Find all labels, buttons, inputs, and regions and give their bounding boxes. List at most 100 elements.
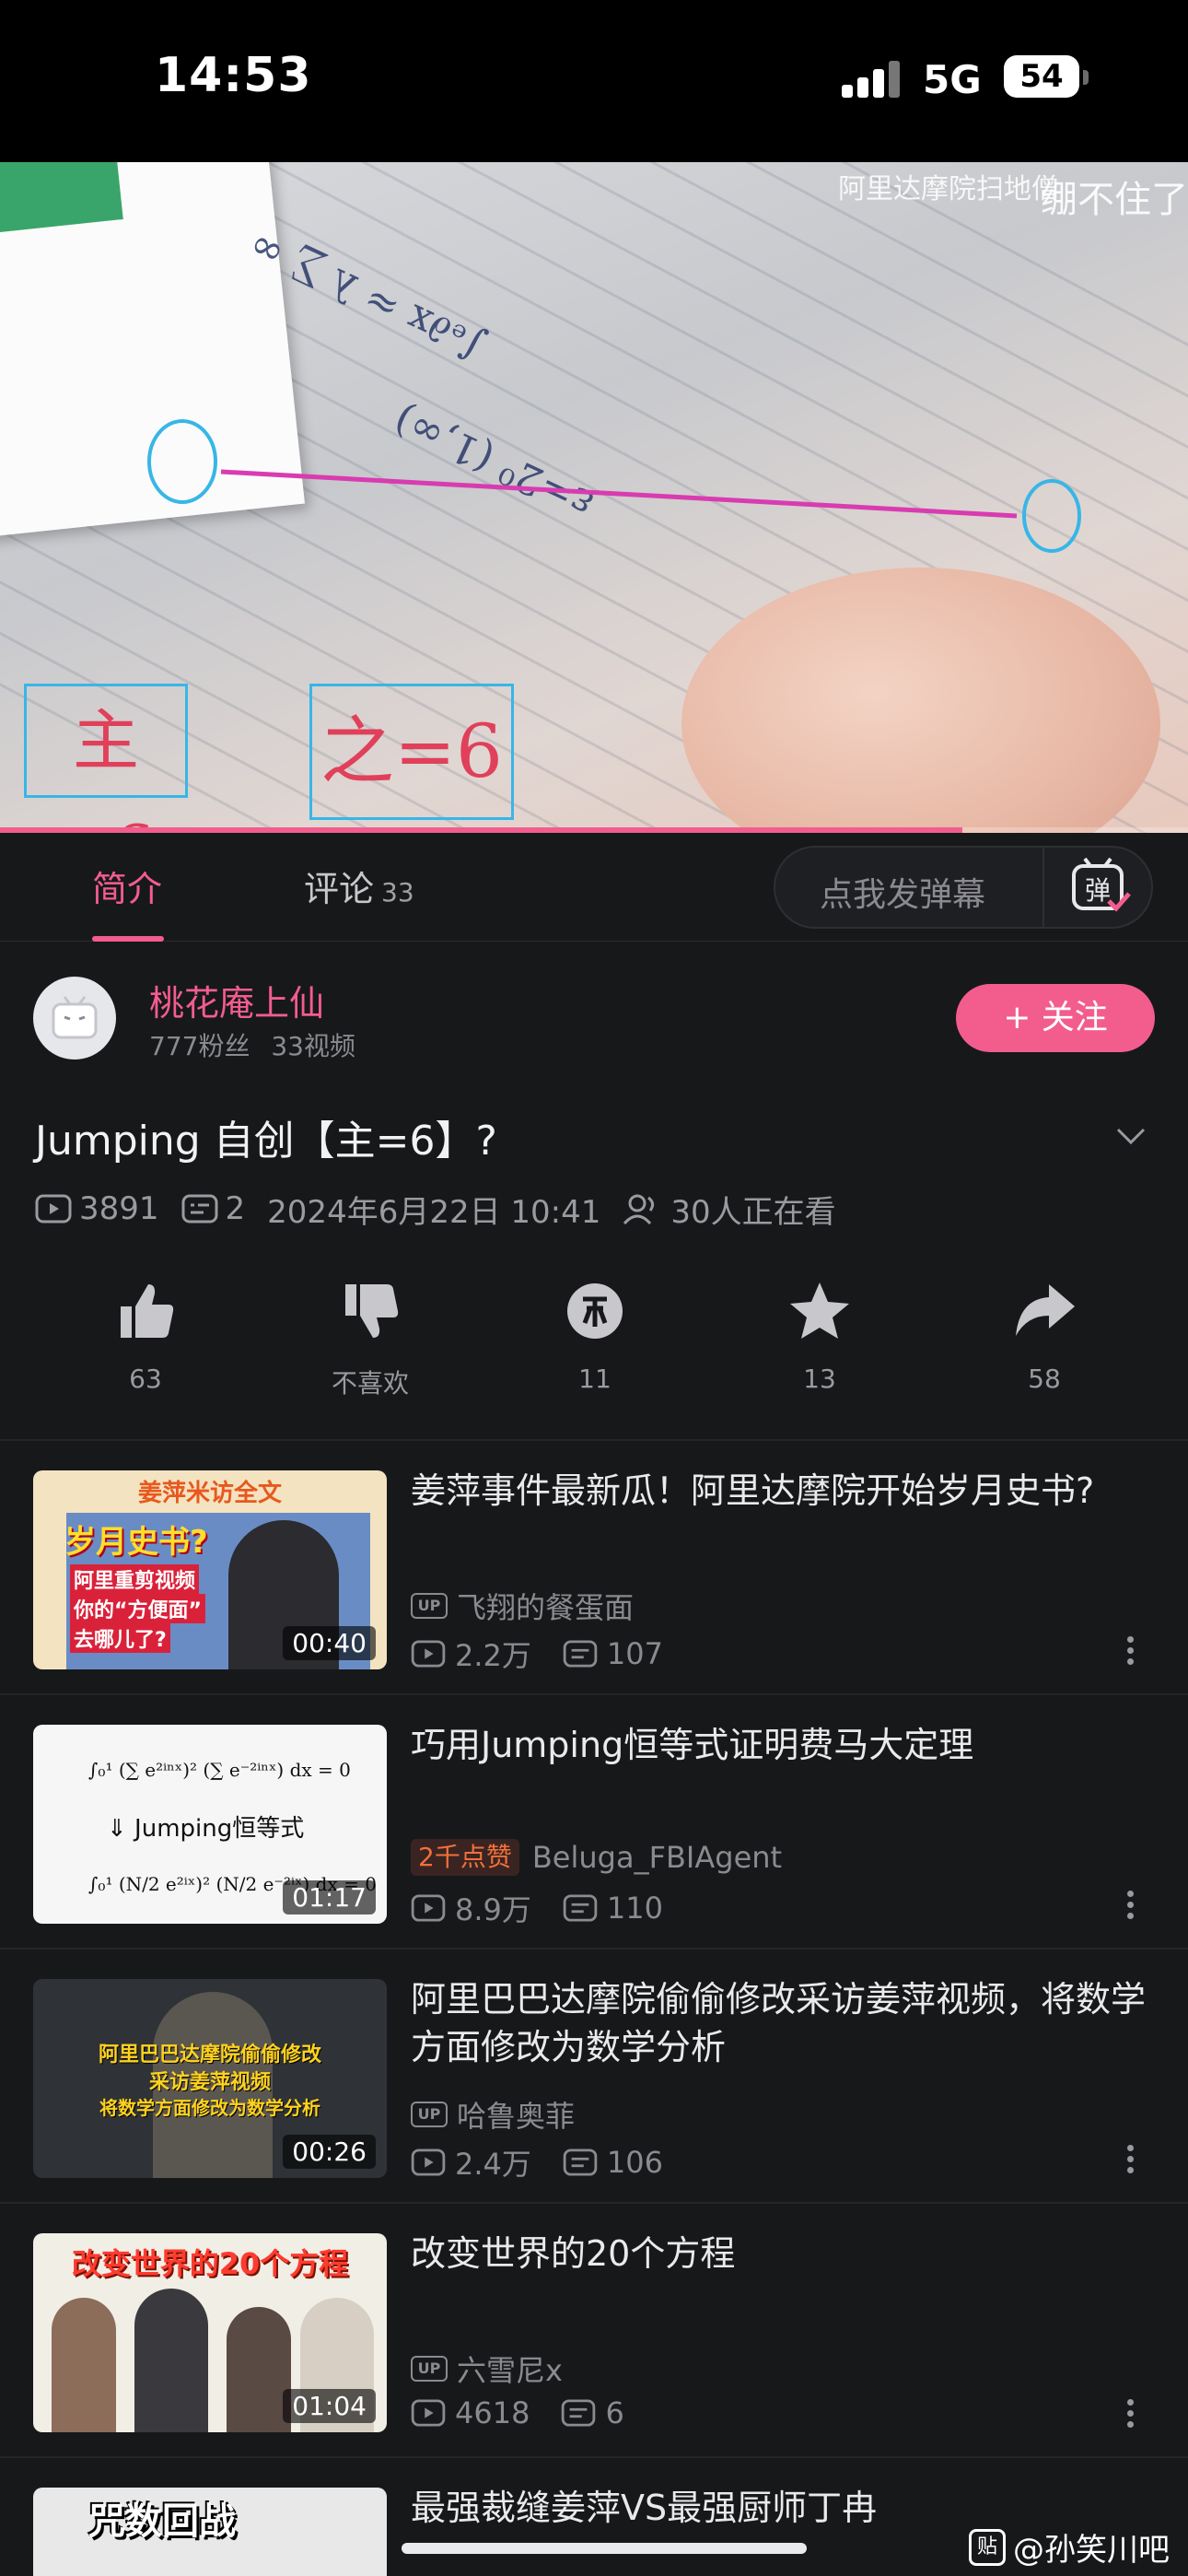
thumbnail-text: 阿里巴巴达摩院偷偷修改 <box>98 2043 321 2067</box>
signal-icon <box>842 61 901 98</box>
share-count: 58 <box>1028 1364 1061 1394</box>
video-player[interactable]: ∫ₑ∂x ≈ λ ∑ ∞ ε=2⁰ (1,∞) 主=6 之=6 阿里达摩院扫地僧… <box>0 162 1188 833</box>
watching-count: 30人正在看 <box>623 1187 836 1232</box>
battery-icon: 54 <box>1004 55 1079 98</box>
more-options-icon[interactable] <box>1127 1891 1136 1922</box>
battery-level: 54 <box>1019 58 1064 95</box>
avatar[interactable] <box>33 977 116 1060</box>
danmaku-toggle-button[interactable]: 弹 <box>1042 848 1151 927</box>
related-uploader-name: 六雪尼x <box>457 2353 563 2388</box>
related-title[interactable]: 姜萍事件最新瓜！阿里达摩院开始岁月史书? <box>411 1467 1147 1515</box>
danmaku-icon: 弹 <box>1072 857 1131 912</box>
video-duration: 00:40 <box>283 1626 376 1660</box>
dislike-label: 不喜欢 <box>331 1368 409 1399</box>
uploader-stats: 777粉丝 33视频 <box>149 1026 355 1063</box>
thumbs-down-icon <box>345 1284 399 1338</box>
tv-mascot-icon <box>52 996 98 1039</box>
battery-cap <box>1083 70 1089 85</box>
uploader-videos: 33视频 <box>271 1031 355 1061</box>
danmaku-count-icon <box>563 2149 598 2176</box>
thumbnail-text: 岁月史书? <box>64 1524 208 1561</box>
related-stats: 2.4万 106 <box>411 2141 694 2184</box>
popular-badge: 2千点赞 <box>411 1839 519 1876</box>
watching-count-value: 30人正在看 <box>670 1193 836 1231</box>
thumbnail-text: 将数学方面修改为数学分析 <box>99 2097 320 2119</box>
thumbnail-text: ⇓ Jumping恒等式 <box>107 1815 305 1843</box>
annotation-text: 主=6 <box>57 702 155 833</box>
play-count-icon <box>411 2399 446 2427</box>
video-thumbnail[interactable]: 咒数回战 <box>33 2488 387 2576</box>
tab-comments[interactable]: 评论 33 <box>304 861 414 911</box>
related-uploader: UP 六雪尼x <box>411 2348 563 2390</box>
video-thumbnail[interactable]: 改变世界的20个方程 01:04 <box>33 2233 387 2432</box>
thumbnail-text: 采访姜萍视频 <box>148 2071 271 2094</box>
video-watermark: 阿里达摩院扫地僧 <box>838 173 1059 205</box>
list-item[interactable]: 阿里巴巴达摩院偷偷修改 采访姜萍视频 将数学方面修改为数学分析 00:26 阿里… <box>0 1950 1188 2204</box>
tab-comment-count: 33 <box>381 877 414 907</box>
publish-date: 2024年6月22日 10:41 <box>267 1193 601 1231</box>
related-stats: 8.9万 110 <box>411 1887 694 1929</box>
related-title[interactable]: 巧用Jumping恒等式证明费马大定理 <box>411 1721 1147 1769</box>
related-title[interactable]: 改变世界的20个方程 <box>411 2230 1147 2277</box>
tieba-icon: 贴 <box>969 2528 1006 2566</box>
video-thumbnail[interactable]: 姜萍米访全文 岁月史书? 阿里重剪视频 你的“方便面” 去哪儿了? 00:40 <box>33 1470 387 1669</box>
favorite-button[interactable]: 13 <box>728 1279 912 1394</box>
view-count-value: 3891 <box>79 1190 159 1227</box>
danmaku-count-value: 2 <box>225 1190 246 1227</box>
list-item[interactable]: 姜萍米访全文 岁月史书? 阿里重剪视频 你的“方便面” 去哪儿了? 00:40 … <box>0 1441 1188 1695</box>
video-duration: 01:17 <box>283 1880 376 1914</box>
play-count-icon <box>411 1894 446 1922</box>
danmaku-count-icon <box>563 1894 598 1922</box>
related-stats: 2.2万 107 <box>411 1633 694 1675</box>
related-uploader: UP 飞翔的餐蛋面 <box>411 1585 634 1627</box>
list-item[interactable]: 改变世界的20个方程 01:04 改变世界的20个方程 UP 六雪尼x 4618 … <box>0 2204 1188 2458</box>
tab-label: 评论 <box>304 869 375 909</box>
thumbnail-text: 姜萍米访全文 <box>137 1480 282 1507</box>
source-watermark: 贴 @孙笑川吧 <box>969 2524 1170 2570</box>
danmaku-count: 2 <box>181 1190 246 1227</box>
status-time: 14:53 <box>155 48 312 103</box>
favorite-count: 13 <box>803 1364 836 1394</box>
thumbnail-text: 去哪儿了? <box>70 1623 170 1653</box>
related-views: 2.2万 <box>455 1638 531 1673</box>
thumbnail-person <box>227 2307 291 2432</box>
uploader-name[interactable]: 桃花庵上仙 <box>149 975 324 1025</box>
svg-text:弹: 弹 <box>1085 875 1111 906</box>
list-item[interactable]: ∫₀¹ (∑ e²ⁱⁿˣ)² (∑ e⁻²ⁱⁿˣ) dx = 0 ∫₀¹ (N/… <box>0 1695 1188 1950</box>
danmaku-input[interactable]: 点我发弹幕 弹 <box>774 846 1153 929</box>
coin-button[interactable]: 11 <box>503 1279 687 1394</box>
related-uploader-name: 哈鲁奥菲 <box>457 2099 576 2134</box>
coin-count: 11 <box>578 1364 611 1394</box>
annotation-box-left: 主=6 <box>24 684 188 833</box>
related-danmaku: 6 <box>605 2395 624 2430</box>
uploader-fans: 777粉丝 <box>149 1031 250 1061</box>
share-icon <box>1016 1284 1075 1336</box>
related-title[interactable]: 阿里巴巴达摩院偷偷修改采访姜萍视频，将数学方面修改为数学分析 <box>411 1975 1147 2071</box>
home-indicator[interactable] <box>402 2543 807 2554</box>
tab-bar: 简介 评论 33 点我发弹幕 弹 <box>0 833 1188 942</box>
play-count-icon <box>411 2149 446 2176</box>
more-options-icon[interactable] <box>1127 2145 1136 2176</box>
like-button[interactable]: 63 <box>53 1279 238 1394</box>
share-button[interactable]: 58 <box>952 1279 1136 1394</box>
people-icon <box>623 1194 655 1225</box>
status-bar: 14:53 5G 54 <box>0 0 1188 162</box>
video-thumbnail[interactable]: 阿里巴巴达摩院偷偷修改 采访姜萍视频 将数学方面修改为数学分析 00:26 <box>33 1979 387 2178</box>
related-views: 8.9万 <box>455 1892 531 1927</box>
video-duration: 01:04 <box>283 2389 376 2423</box>
tab-label: 简介 <box>92 869 163 909</box>
like-count: 63 <box>129 1364 162 1394</box>
more-options-icon[interactable] <box>1127 1636 1136 1668</box>
thumbnail-person <box>52 2298 116 2432</box>
follow-button[interactable]: + 关注 <box>956 984 1155 1052</box>
danmaku-count-icon <box>563 1640 598 1668</box>
video-duration: 00:26 <box>283 2135 376 2169</box>
danmaku-count-icon <box>181 1194 218 1224</box>
source-watermark-text: @孙笑川吧 <box>1013 2532 1170 2569</box>
thumbnail-text: 改变世界的20个方程 <box>71 2246 349 2281</box>
dislike-button[interactable]: 不喜欢 <box>278 1279 462 1400</box>
more-options-icon[interactable] <box>1127 2399 1136 2430</box>
tab-intro[interactable]: 简介 <box>92 861 162 911</box>
video-thumbnail[interactable]: ∫₀¹ (∑ e²ⁱⁿˣ)² (∑ e⁻²ⁱⁿˣ) dx = 0 ∫₀¹ (N/… <box>33 1725 387 1924</box>
chevron-down-icon[interactable] <box>1114 1118 1147 1152</box>
